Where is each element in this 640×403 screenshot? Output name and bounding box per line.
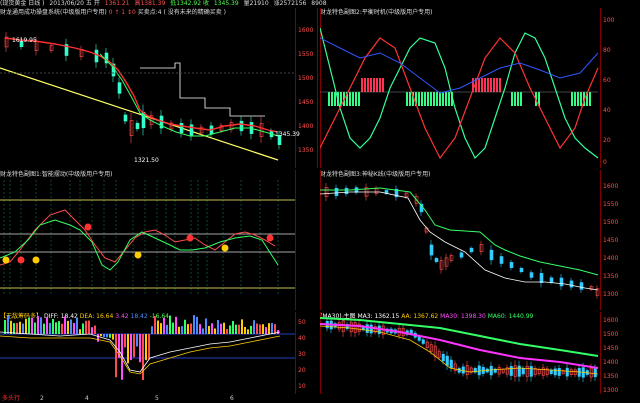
- p4-axis-1600: 1600: [603, 183, 618, 190]
- tick-4: 4: [85, 395, 89, 402]
- signal-dot-7: [221, 244, 229, 252]
- open-value: 1361.21: [104, 0, 130, 7]
- top-info-bar: (现货黄金 日线 ) 2013/06/20 五 开 1361.21 高1381.…: [0, 0, 640, 8]
- change-value: 涨2572156: [273, 0, 307, 7]
- tick-5: 5: [155, 395, 159, 402]
- p2-axis: 100 80 60 40 20 0: [603, 17, 615, 166]
- tick-6: 6: [230, 395, 234, 402]
- chip-indicator-panel[interactable]: 【无敌筹码多】 DIFF: 18.42 DEA: 16.64 3.42 18.4…: [0, 312, 318, 394]
- p5-axis-50: 50: [298, 319, 306, 326]
- p6-axis-1400: 1400: [603, 359, 618, 366]
- p6-axis-1350: 1350: [603, 373, 618, 380]
- smart-swing-panel[interactable]: 财龙特色副图1:智能摆动(中级版用户专用): [0, 170, 318, 310]
- mystic-kline-chart: 1600 1550 1500 1450 1400 1350 1300: [320, 170, 618, 310]
- bottom-time-bar: 多头行 2 4 5 6: [0, 394, 640, 403]
- main-price-panel[interactable]: 财龙通用成功操盘系统(中级版用户专用) 0 ↑ 1 ↕0 买卖点:4 ( 没有未…: [0, 8, 318, 168]
- bottom-left-label: 多头行: [2, 395, 21, 402]
- volume-value: 量21910: [243, 0, 269, 7]
- balance-timing-panel[interactable]: 财龙特色副图2:平衡时机(中级版用户专用) 100 80 60 40 20 0: [320, 8, 640, 168]
- smart-swing-chart: [0, 170, 296, 310]
- signal-dot-1: [2, 256, 10, 264]
- date-open-label: 2013/06/20 五 开: [49, 0, 100, 7]
- low-price-label: 1321.50: [134, 157, 159, 164]
- p5-axis: 50 40 30 20 10: [298, 319, 306, 390]
- p4-axis-1300: 1300: [603, 291, 618, 298]
- chip-indicator-chart: 50 40 30 20 10: [0, 312, 306, 394]
- p1-axis-1500: 1500: [298, 75, 313, 82]
- p2-axis-60: 60: [603, 77, 611, 84]
- main-price-chart: 1619.95 1321.50 1345.39 1600 1550 1500 1…: [0, 8, 318, 168]
- p2-axis-20: 20: [603, 137, 611, 144]
- p1-axis-1550: 1550: [298, 51, 313, 58]
- signal-dot-8: [266, 234, 274, 242]
- p6-axis-1450: 1450: [603, 345, 618, 352]
- p5-axis-20: 20: [298, 367, 306, 374]
- p4-axis-1450: 1450: [603, 237, 618, 244]
- signal-dot-5: [134, 251, 142, 259]
- p6-axis-1500: 1500: [603, 331, 618, 338]
- p2-axis-40: 40: [603, 107, 611, 114]
- p6-axis-1600: 1600: [603, 317, 618, 324]
- mystic-kline-panel[interactable]: 财龙特色副图3:神秘K线(中级版用户专用) 1600 1550 1500 145…: [320, 170, 640, 310]
- p4-axis-1400: 1400: [603, 255, 618, 262]
- p4-axis: 1600 1550 1500 1450 1400 1350 1300: [603, 183, 618, 298]
- low-close-value: 低1342.92 收: [170, 0, 209, 7]
- p1-axis-1400: 1400: [298, 123, 313, 130]
- ma-main-chart: 1600 1500 1450 1400 1350 1300: [320, 312, 618, 394]
- high-value: 高1381.39: [134, 0, 166, 7]
- p4-axis-1350: 1350: [603, 273, 618, 280]
- p6-axis: 1600 1500 1450 1400 1350 1300: [603, 317, 618, 394]
- p1-axis-1350: 1350: [298, 147, 313, 154]
- p2-axis-0: 0: [603, 159, 607, 166]
- p5-axis-40: 40: [298, 335, 306, 342]
- p5-axis-30: 30: [298, 351, 306, 358]
- p2-axis-100: 100: [603, 17, 615, 24]
- ma-main-panel[interactable]: (MA30) 主图 MA3: 1362.15 AA: 1367.62 MA30:…: [320, 312, 640, 394]
- symbol-label: (现货黄金 日线 ): [0, 0, 45, 7]
- signal-dot-2: [17, 256, 25, 264]
- tick-2: 2: [40, 395, 44, 402]
- p1-axis-1600: 1600: [298, 27, 313, 34]
- signal-dot-3: [32, 256, 40, 264]
- p5-axis-10: 10: [298, 383, 306, 390]
- high-price-label: 1619.95: [12, 37, 37, 44]
- signal-dot-6: [186, 234, 194, 242]
- p2-axis-80: 80: [603, 47, 611, 54]
- p1-axis-1450: 1450: [298, 99, 313, 106]
- last-price-label: 1345.39: [275, 131, 300, 138]
- p6-axis-1300: 1300: [603, 387, 618, 394]
- p4-axis-1500: 1500: [603, 219, 618, 226]
- signal-dot-4: [84, 223, 92, 231]
- p1-axis: 1600 1550 1500 1450 1400 1350: [298, 27, 313, 154]
- extra-value: 8908: [311, 0, 327, 7]
- balance-timing-chart: 100 80 60 40 20 0: [320, 8, 615, 168]
- close-value: 1345.39: [213, 0, 239, 7]
- p4-axis-1550: 1550: [603, 201, 618, 208]
